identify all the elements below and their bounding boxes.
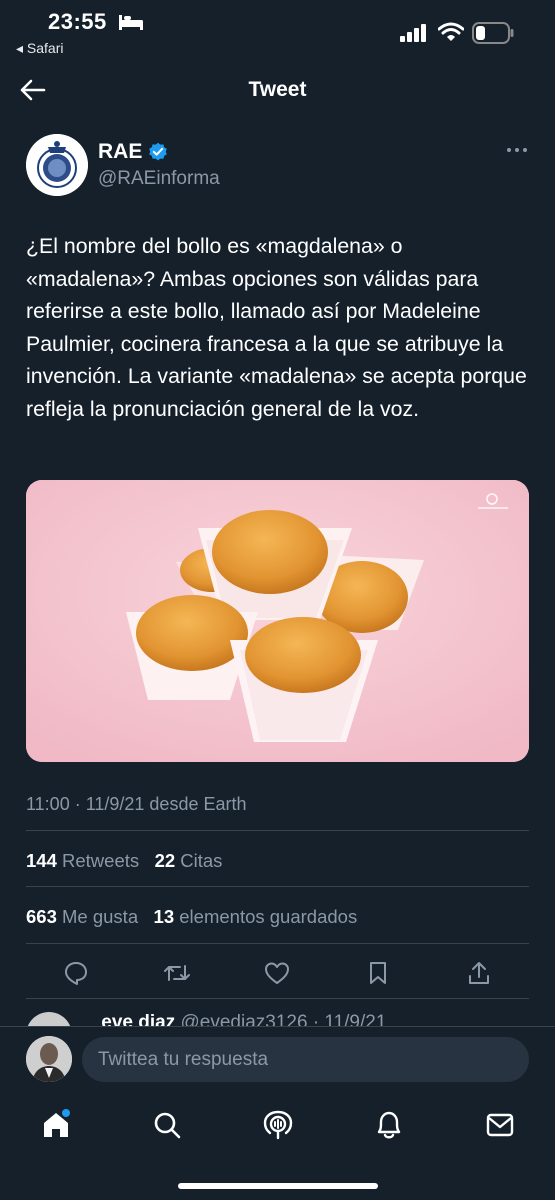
divider <box>26 886 529 887</box>
reply-button[interactable] <box>59 956 93 990</box>
wifi-icon <box>438 22 464 41</box>
retweets-count: 144 <box>26 850 57 871</box>
user-avatar[interactable] <box>26 1036 72 1082</box>
quotes-count: 22 <box>154 850 176 871</box>
bookmarks-count: 13 <box>153 906 175 927</box>
bookmarks-label: elementos guardados <box>179 906 358 927</box>
divider <box>26 943 529 944</box>
share-button[interactable] <box>462 956 496 990</box>
tab-messages[interactable] <box>483 1108 517 1142</box>
more-icon[interactable] <box>505 140 529 160</box>
retweet-button[interactable] <box>160 956 194 990</box>
tab-spaces[interactable] <box>261 1108 295 1142</box>
sleep-focus-icon <box>119 15 143 30</box>
like-icon <box>265 962 290 984</box>
reply-icon <box>65 962 88 985</box>
tab-home[interactable] <box>39 1108 73 1142</box>
rae-logo-icon <box>26 134 88 196</box>
share-icon <box>468 962 489 984</box>
divider <box>26 998 529 999</box>
author-handle[interactable]: @RAEinforma <box>98 168 220 190</box>
author-avatar[interactable] <box>26 134 88 196</box>
verified-badge-icon <box>149 142 168 161</box>
back-to-safari-link[interactable]: ◂ Safari <box>16 40 64 57</box>
tweet-photo[interactable] <box>26 480 529 762</box>
tab-search[interactable] <box>150 1108 184 1142</box>
battery-icon <box>472 22 514 44</box>
home-indicator <box>178 1183 378 1189</box>
bookmark-button[interactable] <box>361 956 395 990</box>
notifications-icon <box>377 1111 401 1139</box>
status-time: 23:55 <box>48 9 107 34</box>
messages-icon <box>486 1113 514 1137</box>
divider <box>26 830 529 831</box>
retweets-label: Retweets <box>62 850 140 871</box>
cellular-signal-icon <box>400 24 426 42</box>
user-photo <box>26 1036 72 1082</box>
likes-stat[interactable]: 663 Me gusta 13 elementos guardados <box>26 906 357 928</box>
tweet-actions <box>26 955 529 991</box>
likes-count: 663 <box>26 906 57 927</box>
search-icon <box>154 1112 181 1139</box>
retweet-icon <box>163 965 190 981</box>
page-title: Tweet <box>248 78 307 101</box>
quotes-label: Citas <box>180 850 223 871</box>
tweet-text: ¿El nombre del bollo es «magdalena» o «m… <box>26 234 527 421</box>
retweets-stat[interactable]: 144 Retweets 22 Citas <box>26 850 222 872</box>
likes-label: Me gusta <box>62 906 139 927</box>
madeleine-cupcakes-image <box>26 480 529 762</box>
spaces-icon <box>263 1110 293 1140</box>
author-name[interactable]: RAE <box>98 140 142 164</box>
like-button[interactable] <box>260 956 294 990</box>
tweet-timestamp: 11:00 · 11/9/21 desde Earth <box>26 794 247 814</box>
reply-input[interactable] <box>82 1037 529 1082</box>
home-icon <box>44 1109 70 1137</box>
tab-notifications[interactable] <box>372 1108 406 1142</box>
bookmark-icon <box>370 962 387 984</box>
